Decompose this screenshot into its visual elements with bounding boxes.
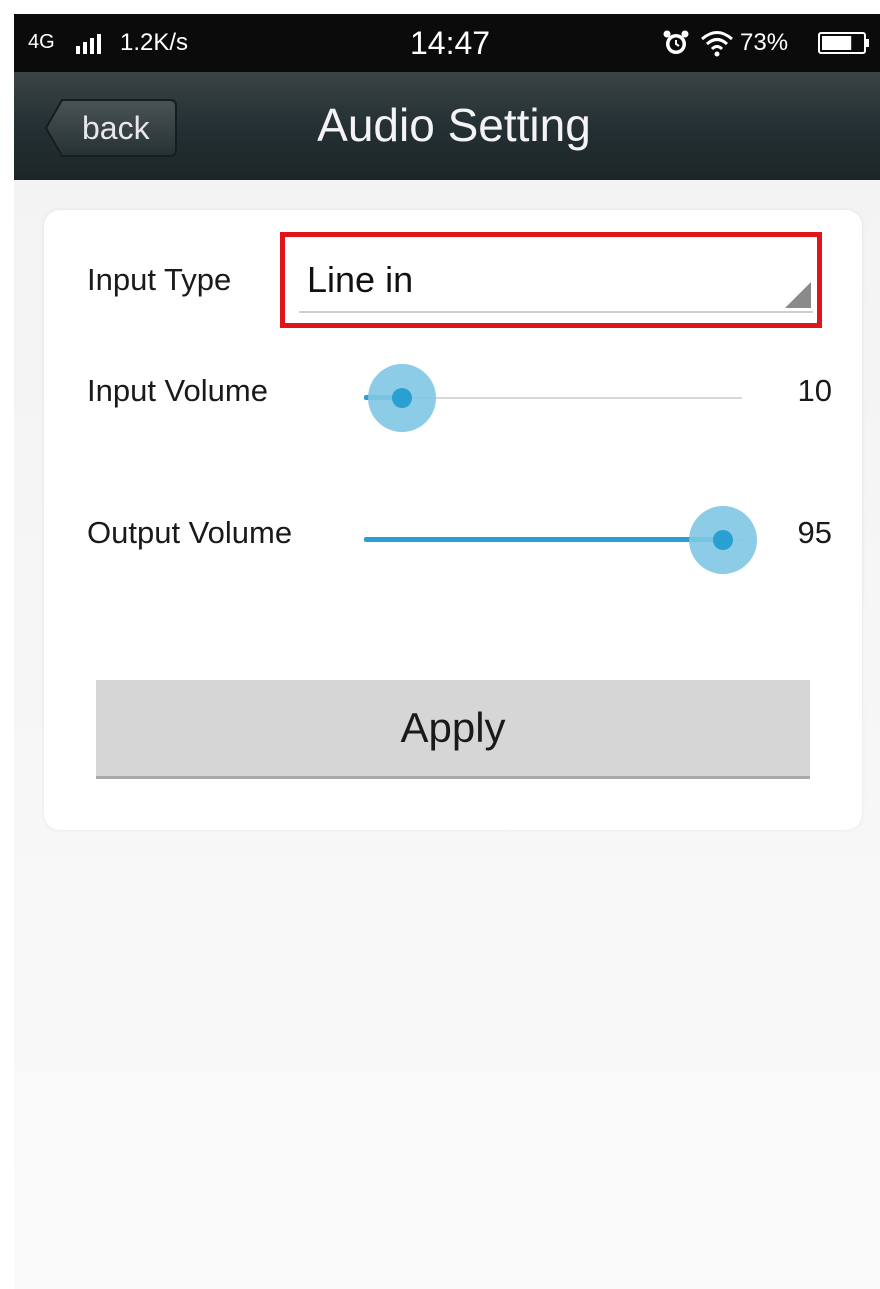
battery-percent: 73% bbox=[740, 29, 789, 56]
back-label: back bbox=[82, 110, 150, 146]
dropdown-triangle-icon bbox=[785, 282, 811, 308]
network-speed: 1.2K/s bbox=[120, 29, 189, 56]
battery-icon bbox=[818, 32, 869, 54]
page-title: Audio Setting bbox=[317, 99, 591, 151]
status-bar: 4G 1.2K/s 14:47 73% bbox=[14, 14, 880, 72]
network-type: 4G bbox=[28, 31, 55, 53]
input-volume-slider[interactable] bbox=[364, 364, 742, 434]
back-button[interactable]: back bbox=[44, 98, 178, 158]
input-type-selected-value: Line in bbox=[307, 259, 414, 300]
slider-thumb[interactable] bbox=[391, 388, 412, 408]
input-volume-label: Input Volume bbox=[87, 373, 268, 408]
audio-settings-card: Input Type Line in Input Volume 10 Outpu… bbox=[44, 210, 862, 830]
apply-button[interactable]: Apply bbox=[96, 680, 810, 776]
slider-fill bbox=[364, 537, 724, 542]
slider-thumb[interactable] bbox=[713, 530, 734, 550]
phone-screen: 4G 1.2K/s 14:47 73% back Audio Setting I… bbox=[14, 14, 880, 1289]
output-volume-value: 95 bbox=[797, 515, 832, 550]
alarm-clock-icon bbox=[663, 30, 689, 54]
input-type-select[interactable]: Line in bbox=[280, 232, 822, 328]
wifi-icon bbox=[701, 31, 733, 57]
status-time: 14:47 bbox=[410, 25, 491, 61]
signal-bars-icon bbox=[76, 34, 101, 54]
input-volume-value: 10 bbox=[797, 373, 832, 408]
input-type-label: Input Type bbox=[87, 262, 232, 297]
output-volume-label: Output Volume bbox=[87, 515, 293, 550]
navigation-bar: back Audio Setting bbox=[14, 72, 880, 180]
select-underline bbox=[299, 311, 813, 313]
output-volume-slider[interactable] bbox=[364, 506, 758, 576]
